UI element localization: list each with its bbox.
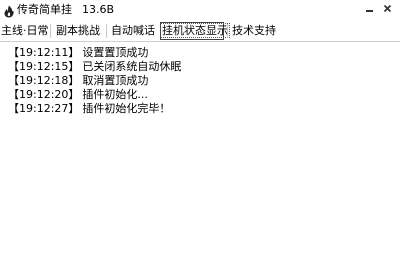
tab-main-daily[interactable]: 主线·日常 — [1, 21, 49, 40]
tab-divider — [50, 24, 51, 38]
log-message: 插件初始化完毕！ — [82, 102, 171, 115]
log-entry: 【19:12:20】 插件初始化... — [8, 88, 148, 101]
app-window: 传奇简单挂 13.6B 主线·日常 副本挑战 自动喊话 挂机状态显示 技术支持 … — [0, 0, 400, 263]
tab-tech-support[interactable]: 技术支持 — [229, 21, 279, 40]
minimize-icon — [365, 4, 374, 13]
log-entry: 【19:12:27】 插件初始化完毕！ — [8, 102, 170, 115]
minimize-button[interactable] — [360, 1, 378, 15]
log-entry: 【19:12:18】 取消置顶成功 — [8, 74, 148, 87]
tab-bar: 主线·日常 副本挑战 自动喊话 挂机状态显示 技术支持 — [0, 21, 400, 42]
window-controls — [360, 1, 396, 15]
title-bar[interactable]: 传奇简单挂 13.6B — [0, 0, 400, 20]
log-message: 取消置顶成功 — [82, 74, 149, 87]
tab-status-display-label: 挂机状态显示 — [160, 23, 230, 38]
close-button[interactable] — [378, 1, 396, 15]
tab-dungeon-challenge-label: 副本挑战 — [56, 24, 100, 37]
tab-tech-support-label: 技术支持 — [232, 24, 276, 37]
close-icon — [383, 4, 392, 13]
log-entry: 【19:12:15】 已关闭系统自动休眠 — [8, 60, 181, 73]
tab-auto-shout[interactable]: 自动喊话 — [108, 21, 158, 40]
log-timestamp: 【19:12:11】 — [8, 46, 80, 59]
tab-auto-shout-label: 自动喊话 — [111, 24, 155, 37]
tab-status-display[interactable]: 挂机状态显示 — [160, 22, 230, 40]
flame-app-icon — [3, 3, 15, 18]
tab-divider — [106, 24, 107, 38]
log-timestamp: 【19:12:15】 — [8, 60, 80, 73]
window-title: 传奇简单挂 13.6B — [17, 3, 114, 16]
window-title-size: 13.6B — [82, 3, 115, 16]
log-panel[interactable]: 【19:12:11】 设置置顶成功 【19:12:15】 已关闭系统自动休眠 【19… — [0, 43, 400, 263]
tab-dungeon-challenge[interactable]: 副本挑战 — [52, 21, 104, 40]
log-timestamp: 【19:12:18】 — [8, 74, 80, 87]
log-message: 已关闭系统自动休眠 — [82, 60, 182, 73]
tab-main-daily-label: 主线·日常 — [1, 24, 49, 37]
log-timestamp: 【19:12:20】 — [8, 88, 80, 101]
log-entry: 【19:12:11】 设置置顶成功 — [8, 46, 148, 59]
window-title-name: 传奇简单挂 — [17, 3, 72, 16]
tab-divider — [227, 24, 228, 38]
log-timestamp: 【19:12:27】 — [8, 102, 80, 115]
log-message: 设置置顶成功 — [82, 46, 149, 59]
log-message: 插件初始化... — [82, 88, 148, 101]
